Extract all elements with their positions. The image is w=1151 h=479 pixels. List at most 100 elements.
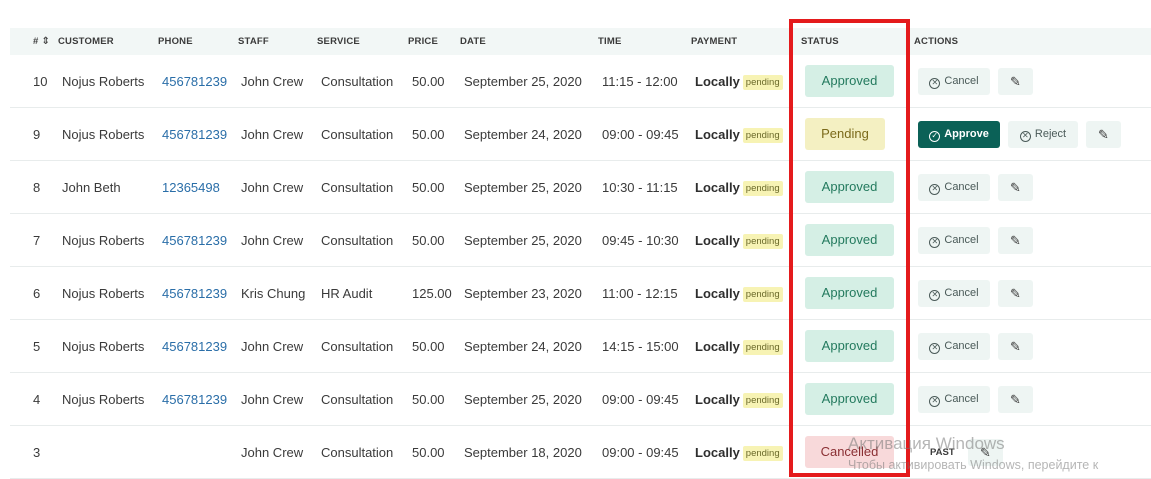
- table-row: 9 Nojus Roberts 456781239 John Crew Cons…: [10, 108, 1151, 161]
- phone-link[interactable]: 456781239: [162, 267, 227, 320]
- staff-name: John Crew: [241, 339, 304, 354]
- table-header: # ⇕ CUSTOMER PHONE STAFF SERVICE PRICE DA…: [10, 28, 1151, 55]
- staff-name: John Crew: [241, 74, 304, 89]
- phone-link[interactable]: 456781239: [162, 320, 227, 373]
- price: 50.00: [412, 445, 445, 460]
- payment-cell: Locally pending: [695, 161, 783, 214]
- pencil-icon: ✎: [1098, 127, 1109, 142]
- staff-name: John Crew: [241, 127, 304, 142]
- date: September 25, 2020: [464, 233, 582, 248]
- pencil-icon: ✎: [1010, 74, 1021, 89]
- edit-button[interactable]: ✎: [998, 174, 1033, 201]
- phone-link[interactable]: 456781239: [162, 373, 227, 426]
- status-badge: Approved: [805, 65, 894, 97]
- cancel-button[interactable]: ✕ Cancel: [918, 333, 990, 360]
- phone-link[interactable]: 12365498: [162, 161, 220, 214]
- service-name: Consultation: [321, 127, 394, 142]
- staff-name: John Crew: [241, 445, 304, 460]
- date: September 18, 2020: [464, 445, 582, 460]
- service-name: HR Audit: [321, 286, 373, 301]
- staff-name: John Crew: [241, 392, 304, 407]
- status-badge: Approved: [805, 224, 894, 256]
- table-row: 6 Nojus Roberts 456781239 Kris Chung HR …: [10, 267, 1151, 320]
- payment-status-badge: pending: [742, 128, 783, 144]
- time-range: 10:30 - 11:15: [602, 180, 678, 195]
- payment-status-badge: pending: [742, 287, 783, 303]
- price: 50.00: [412, 233, 445, 248]
- time-range: 11:00 - 12:15: [602, 286, 678, 301]
- table-row: 10 Nojus Roberts 456781239 John Crew Con…: [10, 55, 1151, 108]
- approve-button[interactable]: ✓ Approve: [918, 121, 1000, 148]
- staff-name: Kris Chung: [241, 286, 306, 301]
- payment-status-badge: pending: [742, 340, 783, 356]
- reject-button[interactable]: ✕ Reject: [1008, 121, 1078, 148]
- column-service: SERVICE: [317, 36, 360, 47]
- price: 50.00: [412, 392, 445, 407]
- payment-method: Locally: [695, 445, 740, 460]
- phone-link[interactable]: 456781239: [162, 214, 227, 267]
- price: 125.00: [412, 286, 452, 301]
- payment-cell: Locally pending: [695, 108, 783, 161]
- phone-link[interactable]: 456781239: [162, 108, 227, 161]
- watermark-subtitle: Чтобы активировать Windows, перейдите к: [848, 458, 1099, 472]
- payment-method: Locally: [695, 286, 740, 301]
- price: 50.00: [412, 74, 445, 89]
- time-range: 09:00 - 09:45: [602, 127, 679, 142]
- payment-status-badge: pending: [742, 393, 783, 409]
- time-range: 14:15 - 15:00: [602, 339, 679, 354]
- edit-button[interactable]: ✎: [998, 280, 1033, 307]
- customer-name: Nojus Roberts: [62, 392, 145, 407]
- row-number: 8: [33, 180, 41, 195]
- row-number: 9: [33, 127, 41, 142]
- circle-x-icon: ✕: [929, 343, 941, 354]
- column-date: DATE: [460, 36, 486, 47]
- service-name: Consultation: [321, 233, 394, 248]
- edit-button[interactable]: ✎: [998, 333, 1033, 360]
- time-range: 11:15 - 12:00: [602, 74, 678, 89]
- cancel-button[interactable]: ✕ Cancel: [918, 174, 990, 201]
- customer-name: Nojus Roberts: [62, 127, 145, 142]
- date: September 25, 2020: [464, 74, 582, 89]
- customer-name: Nojus Roberts: [62, 286, 145, 301]
- circle-x-icon: ✕: [929, 184, 941, 195]
- status-badge: Pending: [805, 118, 885, 150]
- price: 50.00: [412, 339, 445, 354]
- edit-button[interactable]: ✎: [998, 386, 1033, 413]
- cancel-button[interactable]: ✕ Cancel: [918, 280, 990, 307]
- cancel-button[interactable]: ✕ Cancel: [918, 227, 990, 254]
- pencil-icon: ✎: [1010, 180, 1021, 195]
- cancel-button[interactable]: ✕ Cancel: [918, 68, 990, 95]
- status-badge: Approved: [805, 277, 894, 309]
- pencil-icon: ✎: [1010, 392, 1021, 407]
- row-number: 6: [33, 286, 41, 301]
- circle-x-icon: ✕: [929, 396, 941, 407]
- customer-name: Nojus Roberts: [62, 74, 145, 89]
- customer-name: John Beth: [62, 180, 121, 195]
- date: September 25, 2020: [464, 392, 582, 407]
- payment-method: Locally: [695, 180, 740, 195]
- payment-method: Locally: [695, 74, 740, 89]
- circle-x-icon: ✕: [929, 290, 941, 301]
- cancel-button[interactable]: ✕ Cancel: [918, 386, 990, 413]
- sort-icon[interactable]: ⇕: [41, 28, 50, 55]
- staff-name: John Crew: [241, 233, 304, 248]
- circle-check-icon: ✓: [929, 131, 941, 142]
- table-row: 7 Nojus Roberts 456781239 John Crew Cons…: [10, 214, 1151, 267]
- staff-name: John Crew: [241, 180, 304, 195]
- edit-button[interactable]: ✎: [1086, 121, 1121, 148]
- pencil-icon: ✎: [1010, 339, 1021, 354]
- payment-method: Locally: [695, 339, 740, 354]
- column-number[interactable]: # ⇕: [33, 28, 50, 55]
- column-staff: STAFF: [238, 36, 269, 47]
- appointments-table: # ⇕ CUSTOMER PHONE STAFF SERVICE PRICE DA…: [10, 28, 1151, 479]
- row-number: 4: [33, 392, 41, 407]
- payment-status-badge: pending: [742, 75, 783, 91]
- pencil-icon: ✎: [1010, 286, 1021, 301]
- payment-cell: Locally pending: [695, 55, 783, 108]
- edit-button[interactable]: ✎: [998, 68, 1033, 95]
- phone-link[interactable]: 456781239: [162, 55, 227, 108]
- payment-method: Locally: [695, 392, 740, 407]
- edit-button[interactable]: ✎: [998, 227, 1033, 254]
- circle-x-icon: ✕: [929, 78, 941, 89]
- service-name: Consultation: [321, 180, 394, 195]
